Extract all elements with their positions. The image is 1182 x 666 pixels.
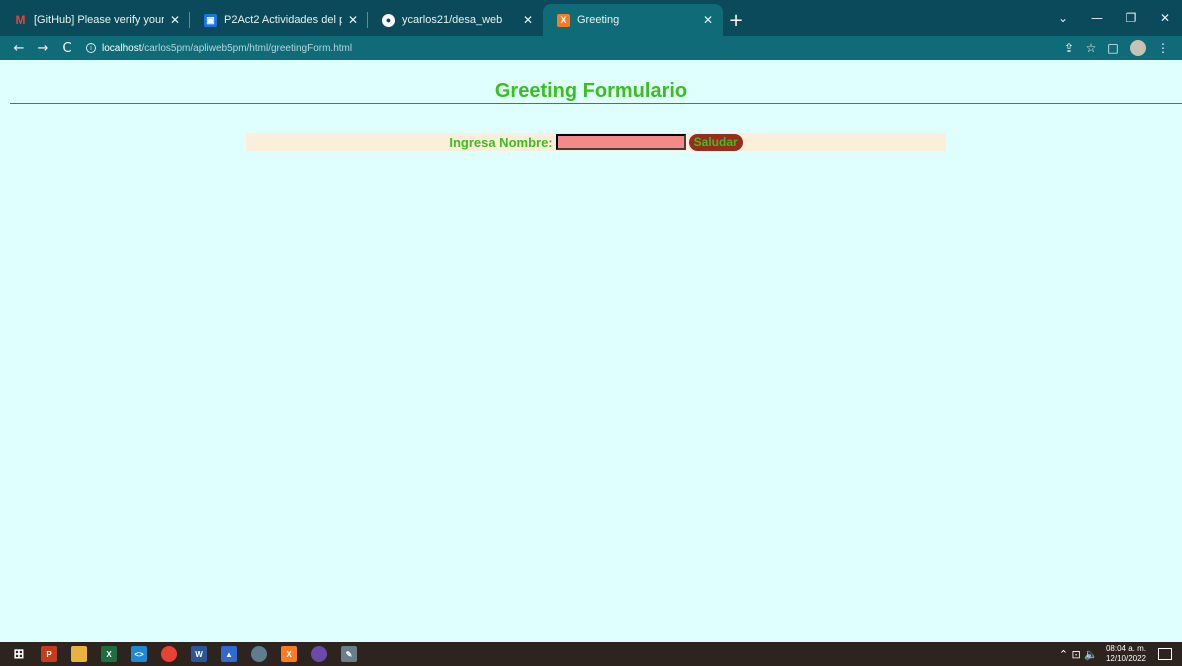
tab-greeting[interactable]: X Greeting ✕ (543, 4, 723, 36)
browser-toolbar: ← → C i localhost/carlos5pm/apliweb5pm/h… (0, 36, 1182, 60)
new-tab-button[interactable]: + (723, 4, 749, 36)
name-label: Ingresa Nombre: (449, 134, 553, 150)
tab-classroom[interactable]: ▣ P2Act2 Actividades del parcial 7. ✕ (190, 4, 368, 36)
start-icon[interactable]: ⊞ (11, 646, 27, 662)
greet-button[interactable]: Saludar (688, 133, 743, 151)
restore-button[interactable]: ❐ (1114, 11, 1148, 25)
excel-icon[interactable]: X (101, 646, 117, 662)
github-desktop-icon[interactable] (311, 646, 327, 662)
page-title: Greeting Formulario (494, 80, 688, 102)
side-panel-icon[interactable]: □ (1102, 41, 1124, 55)
back-button[interactable]: ← (8, 41, 30, 56)
title-divider (10, 103, 1182, 104)
greeting-form: Ingresa Nombre: Saludar (246, 133, 946, 151)
reload-button[interactable]: C (56, 41, 78, 56)
close-tab-icon[interactable]: ✕ (170, 13, 180, 27)
tab-search-icon[interactable]: ⌄ (1046, 11, 1080, 25)
github-icon: ● (382, 13, 395, 27)
tab-github-verify[interactable]: M [GitHub] Please verify your device ✕ (0, 4, 190, 36)
site-info-icon[interactable]: i (86, 43, 96, 53)
windows-taskbar: ⊞ P X <> W ▲ X ✎ ⌃ ⊡ 🔈 08:04 a. m. 12/10… (0, 642, 1182, 666)
close-tab-icon[interactable]: ✕ (348, 13, 358, 27)
share-icon[interactable]: ⇪ (1058, 41, 1080, 55)
tray-icons[interactable]: ⌃ ⊡ 🔈 (1059, 648, 1098, 661)
browser-tab-strip: M [GitHub] Please verify your device ✕ ▣… (0, 0, 1182, 36)
notification-center-icon[interactable] (1158, 648, 1172, 660)
url-path: /carlos5pm/apliweb5pm/html/greetingForm.… (141, 42, 353, 54)
chrome-profile-icon[interactable] (251, 646, 267, 662)
paint-icon[interactable]: ✎ (341, 646, 357, 662)
profile-avatar[interactable] (1130, 40, 1146, 56)
address-bar[interactable]: i localhost/carlos5pm/apliweb5pm/html/gr… (86, 38, 1058, 58)
xampp-taskbar-icon[interactable]: X (281, 646, 297, 662)
name-input[interactable] (555, 134, 686, 150)
window-controls: ⌄ — ❐ ✕ (1046, 0, 1182, 36)
close-tab-icon[interactable]: ✕ (523, 13, 533, 27)
tab-github-repo[interactable]: ● ycarlos21/desa_web ✕ (368, 4, 543, 36)
clock-time: 08:04 a. m. (1105, 644, 1146, 653)
vscode-icon[interactable]: <> (131, 646, 147, 662)
close-tab-icon[interactable]: ✕ (703, 13, 713, 27)
minimize-button[interactable]: — (1080, 11, 1114, 25)
tab-title: ycarlos21/desa_web (402, 14, 503, 26)
xampp-icon: X (557, 13, 570, 27)
tab-title: [GitHub] Please verify your device (34, 14, 164, 26)
word-icon[interactable]: W (191, 646, 207, 662)
gmail-icon: M (15, 13, 26, 27)
powerpoint-icon[interactable]: P (41, 646, 57, 662)
web-page: Greeting Formulario Ingresa Nombre: Salu… (0, 60, 1182, 642)
tab-title: P2Act2 Actividades del parcial 7. (224, 14, 342, 26)
url-host: localhost (102, 42, 142, 54)
bookmark-star-icon[interactable]: ☆ (1080, 41, 1102, 55)
photos-icon[interactable]: ▲ (221, 646, 237, 662)
toolbar-actions: ⇪ ☆ □ ⋮ (1058, 40, 1174, 56)
classroom-icon: ▣ (204, 13, 217, 27)
file-explorer-icon[interactable] (71, 646, 87, 662)
close-window-button[interactable]: ✕ (1148, 11, 1182, 25)
chrome-icon[interactable] (161, 646, 177, 662)
clock-date: 12/10/2022 (1105, 654, 1146, 663)
system-tray: ⌃ ⊡ 🔈 08:04 a. m. 12/10/2022 (1059, 642, 1182, 666)
clock[interactable]: 08:04 a. m. 12/10/2022 (1106, 644, 1146, 664)
menu-kebab-icon[interactable]: ⋮ (1152, 41, 1174, 55)
tab-title: Greeting (577, 14, 620, 26)
forward-button[interactable]: → (32, 41, 54, 56)
